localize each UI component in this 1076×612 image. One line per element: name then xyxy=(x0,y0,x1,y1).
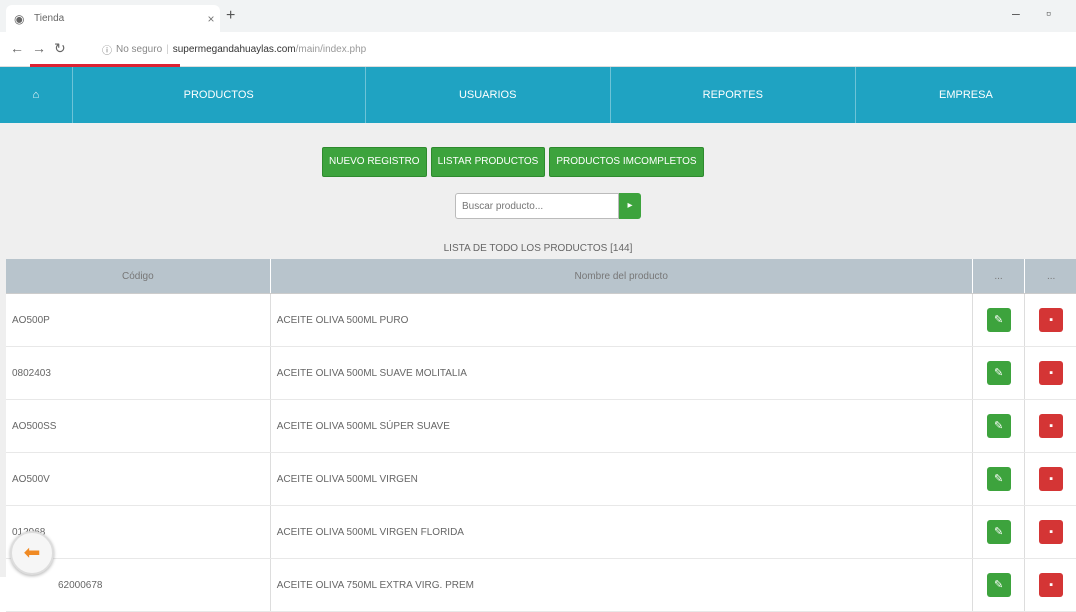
header-delete: ... xyxy=(1024,259,1076,294)
browser-tab[interactable]: ◉ Tienda × xyxy=(6,5,220,32)
delete-trash-icon[interactable]: ▪ xyxy=(1039,308,1064,332)
cell-name: ACEITE OLIVA 750ML EXTRA VIRG. PREM xyxy=(270,558,973,612)
cell-name: ACEITE OLIVA 500ML VIRGEN xyxy=(270,452,973,506)
cell-edit: ✎ xyxy=(972,399,1026,453)
cell-edit: ✎ xyxy=(972,346,1026,400)
cell-delete: ▪ xyxy=(1024,293,1076,347)
search-bar: ▸ xyxy=(455,193,641,219)
back-arrow-icon[interactable]: ← xyxy=(10,40,24,56)
cell-delete: ▪ xyxy=(1024,452,1076,506)
cell-code: AO500P xyxy=(6,293,271,347)
cell-name: ACEITE OLIVA 500ML SÚPER SUAVE xyxy=(270,399,973,453)
cell-code: AO500V xyxy=(6,452,271,506)
url-host: supermegandahuaylas.com xyxy=(172,43,296,55)
url-field[interactable]: ⓘ No seguro | supermegandahuaylas.com /m… xyxy=(96,38,936,60)
search-button[interactable]: ▸ xyxy=(619,193,641,219)
nav-item-reportes[interactable]: REPORTES xyxy=(611,67,856,123)
edit-pencil-icon[interactable]: ✎ xyxy=(986,414,1011,438)
favicon-icon: ◉ xyxy=(14,11,25,26)
incomplete-products-button[interactable]: PRODUCTOS IMCOMPLETOS xyxy=(549,147,704,177)
nav-item-productos[interactable]: PRODUCTOS xyxy=(73,67,366,123)
back-arrow-button[interactable]: ⬅ xyxy=(10,531,54,575)
cell-delete: ▪ xyxy=(1024,558,1076,612)
cell-code: 0802403 xyxy=(6,346,271,400)
edit-pencil-icon[interactable]: ✎ xyxy=(986,520,1011,544)
header-edit: ... xyxy=(972,259,1026,294)
nav-item-empresa[interactable]: EMPRESA xyxy=(856,67,1076,123)
table-row: AO500V ACEITE OLIVA 500ML VIRGEN ✎ ▪ xyxy=(6,452,1076,506)
cell-delete: ▪ xyxy=(1024,505,1076,559)
restore-icon[interactable]: ▫ xyxy=(1046,5,1051,21)
url-separator: | xyxy=(166,43,169,55)
action-buttons: NUEVO REGISTRO LISTAR PRODUCTOS PRODUCTO… xyxy=(322,147,704,177)
tab-title: Tienda xyxy=(34,13,65,24)
new-tab-icon[interactable]: + xyxy=(226,7,235,25)
list-products-button[interactable]: LISTAR PRODUCTOS xyxy=(430,147,546,177)
minimize-icon[interactable]: – xyxy=(1012,5,1020,21)
delete-trash-icon[interactable]: ▪ xyxy=(1039,361,1064,385)
edit-pencil-icon[interactable]: ✎ xyxy=(986,308,1011,332)
delete-trash-icon[interactable]: ▪ xyxy=(1039,520,1064,544)
info-icon[interactable]: ⓘ xyxy=(102,42,112,57)
table-row: AO500P ACEITE OLIVA 500ML PURO ✎ ▪ xyxy=(6,293,1076,347)
reload-icon[interactable]: ↻ xyxy=(54,40,66,57)
home-icon: ⌂ xyxy=(32,89,40,101)
table-header-row: Código Nombre del producto ... ... xyxy=(6,259,1076,294)
security-label: No seguro xyxy=(116,43,163,55)
table-row: AO500SS ACEITE OLIVA 500ML SÚPER SUAVE ✎… xyxy=(6,399,1076,453)
table-row: 0802403 ACEITE OLIVA 500ML SUAVE MOLITAL… xyxy=(6,346,1076,400)
cell-edit: ✎ xyxy=(972,505,1026,559)
url-path: /main/index.php xyxy=(295,43,367,55)
header-code: Código xyxy=(6,259,271,294)
nav-home[interactable]: ⌂ xyxy=(0,67,73,123)
cell-edit: ✎ xyxy=(972,293,1026,347)
search-input[interactable] xyxy=(455,193,619,219)
cell-code: AO500SS xyxy=(6,399,271,453)
edit-pencil-icon[interactable]: ✎ xyxy=(986,361,1011,385)
edit-pencil-icon[interactable]: ✎ xyxy=(986,467,1011,491)
table-row: 62000678 ACEITE OLIVA 750ML EXTRA VIRG. … xyxy=(6,558,1076,612)
cell-edit: ✎ xyxy=(972,452,1026,506)
delete-trash-icon[interactable]: ▪ xyxy=(1039,414,1064,438)
left-arrow-icon: ⬅ xyxy=(23,542,41,564)
main-content: NUEVO REGISTRO LISTAR PRODUCTOS PRODUCTO… xyxy=(0,123,1076,612)
browser-tab-bar: ◉ Tienda × + – ▫ xyxy=(0,0,1076,32)
main-nav: ⌂ PRODUCTOS USUARIOS REPORTES EMPRESA xyxy=(0,67,1076,123)
new-record-button[interactable]: NUEVO REGISTRO xyxy=(322,147,427,177)
forward-arrow-icon[interactable]: → xyxy=(32,40,46,56)
cell-delete: ▪ xyxy=(1024,399,1076,453)
table-row: 012968 ACEITE OLIVA 500ML VIRGEN FLORIDA… xyxy=(6,505,1076,559)
list-title: LISTA DE TODO LOS PRODUCTOS [144] xyxy=(443,243,633,254)
cell-delete: ▪ xyxy=(1024,346,1076,400)
cell-name: ACEITE OLIVA 500ML PURO xyxy=(270,293,973,347)
cell-name: ACEITE OLIVA 500ML VIRGEN FLORIDA xyxy=(270,505,973,559)
header-name: Nombre del producto xyxy=(270,259,973,294)
address-bar: ← → ↻ ⓘ No seguro | supermegandahuaylas.… xyxy=(0,32,1076,87)
tab-close-icon[interactable]: × xyxy=(202,12,220,26)
nav-item-usuarios[interactable]: USUARIOS xyxy=(366,67,611,123)
cell-name: ACEITE OLIVA 500ML SUAVE MOLITALIA xyxy=(270,346,973,400)
delete-trash-icon[interactable]: ▪ xyxy=(1039,467,1064,491)
products-table: Código Nombre del producto ... ... AO500… xyxy=(6,259,1076,612)
cell-edit: ✎ xyxy=(972,558,1026,612)
